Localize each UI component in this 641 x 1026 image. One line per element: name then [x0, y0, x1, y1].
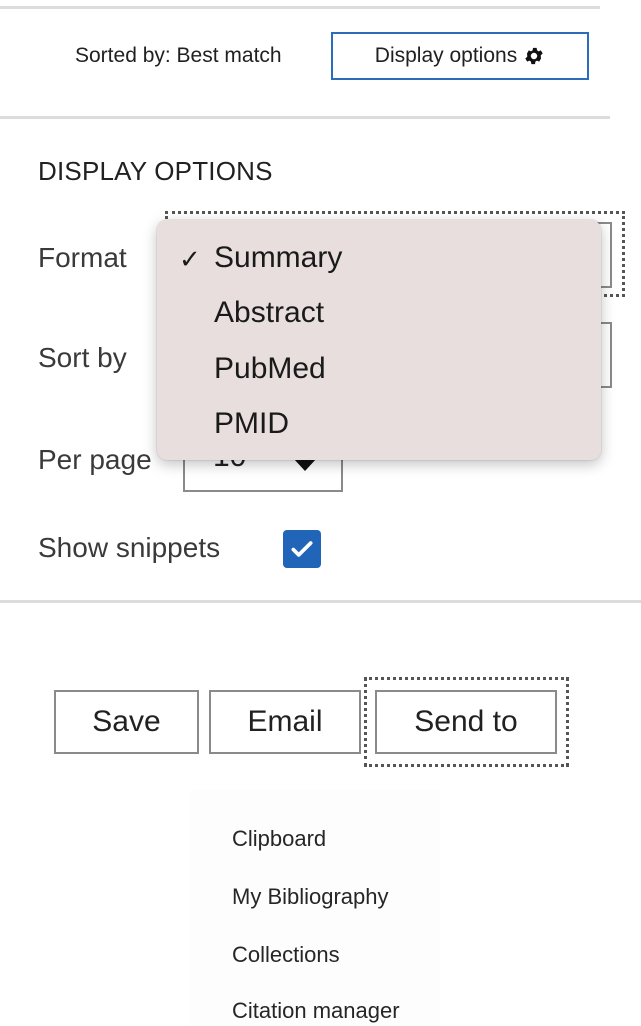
menu-item-collections[interactable]: Collections: [232, 942, 340, 968]
format-option-pubmed[interactable]: PubMed: [214, 352, 326, 386]
format-option-pmid[interactable]: PMID: [214, 407, 289, 441]
email-button[interactable]: Email: [209, 690, 361, 754]
show-snippets-checkbox[interactable]: [283, 530, 321, 568]
format-dropdown-menu: ✓ Summary Abstract PubMed PMID: [157, 220, 601, 460]
sorted-by-label: Sorted by: Best match: [75, 44, 282, 67]
panel-top-divider: [0, 116, 610, 119]
check-icon: [291, 541, 313, 557]
show-snippets-label: Show snippets: [38, 532, 221, 563]
menu-item-citation-manager[interactable]: Citation manager: [232, 998, 400, 1024]
sort-by-label: Sort by: [38, 342, 127, 373]
display-options-label: Display options: [374, 44, 518, 67]
top-divider: [0, 6, 600, 9]
per-page-label: Per page: [38, 444, 152, 475]
format-option-summary[interactable]: Summary: [214, 241, 342, 275]
display-options-heading: DISPLAY OPTIONS: [38, 156, 273, 186]
send-to-button[interactable]: Send to: [375, 690, 557, 754]
menu-item-my-bibliography[interactable]: My Bibliography: [232, 884, 389, 910]
menu-item-clipboard[interactable]: Clipboard: [232, 826, 326, 852]
gear-icon: [525, 47, 543, 65]
format-label: Format: [38, 242, 127, 273]
checkmark-icon: ✓: [179, 244, 201, 274]
format-option-abstract[interactable]: Abstract: [214, 296, 324, 330]
panel-bottom-divider: [0, 600, 641, 603]
save-button[interactable]: Save: [54, 690, 199, 754]
display-options-button[interactable]: Display options: [331, 32, 589, 80]
